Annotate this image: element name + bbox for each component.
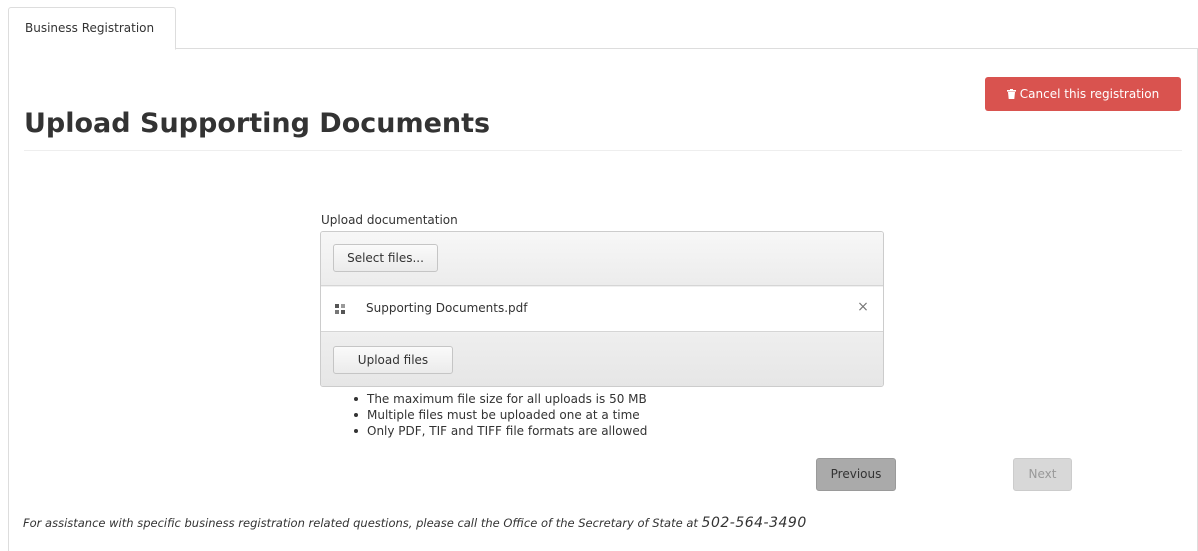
previous-button[interactable]: Previous bbox=[816, 458, 896, 491]
tab-bar: Business Registration bbox=[8, 0, 1198, 50]
upload-files-button[interactable]: Upload files bbox=[333, 346, 453, 374]
assistance-message: For assistance with specific business re… bbox=[23, 516, 698, 530]
file-name: Supporting Documents.pdf bbox=[366, 301, 528, 315]
note-item: The maximum file size for all uploads is… bbox=[354, 391, 647, 407]
file-upload-widget: Select files... Supporting Documents.pdf… bbox=[320, 231, 884, 387]
trash-icon bbox=[1006, 89, 1016, 99]
note-item: Only PDF, TIF and TIFF file formats are … bbox=[354, 423, 647, 439]
file-icon bbox=[335, 304, 345, 314]
assistance-text: For assistance with specific business re… bbox=[23, 515, 807, 531]
cancel-registration-label: Cancel this registration bbox=[1019, 87, 1160, 101]
upload-notes: The maximum file size for all uploads is… bbox=[354, 391, 647, 439]
file-list-item: Supporting Documents.pdf × bbox=[321, 287, 883, 332]
note-item: Multiple files must be uploaded one at a… bbox=[354, 407, 647, 423]
page-title: Upload Supporting Documents bbox=[24, 108, 491, 139]
tab-business-registration[interactable]: Business Registration bbox=[8, 7, 176, 50]
upload-toolbar: Select files... bbox=[321, 232, 883, 286]
title-divider bbox=[24, 150, 1182, 151]
remove-file-icon[interactable]: × bbox=[855, 299, 871, 315]
upload-footer: Upload files bbox=[321, 333, 883, 386]
cancel-registration-button[interactable]: Cancel this registration bbox=[985, 77, 1181, 111]
upload-label: Upload documentation bbox=[321, 213, 458, 227]
phone-number: 502-564-3490 bbox=[701, 515, 807, 531]
select-files-button[interactable]: Select files... bbox=[333, 244, 438, 272]
next-button[interactable]: Next bbox=[1013, 458, 1072, 491]
